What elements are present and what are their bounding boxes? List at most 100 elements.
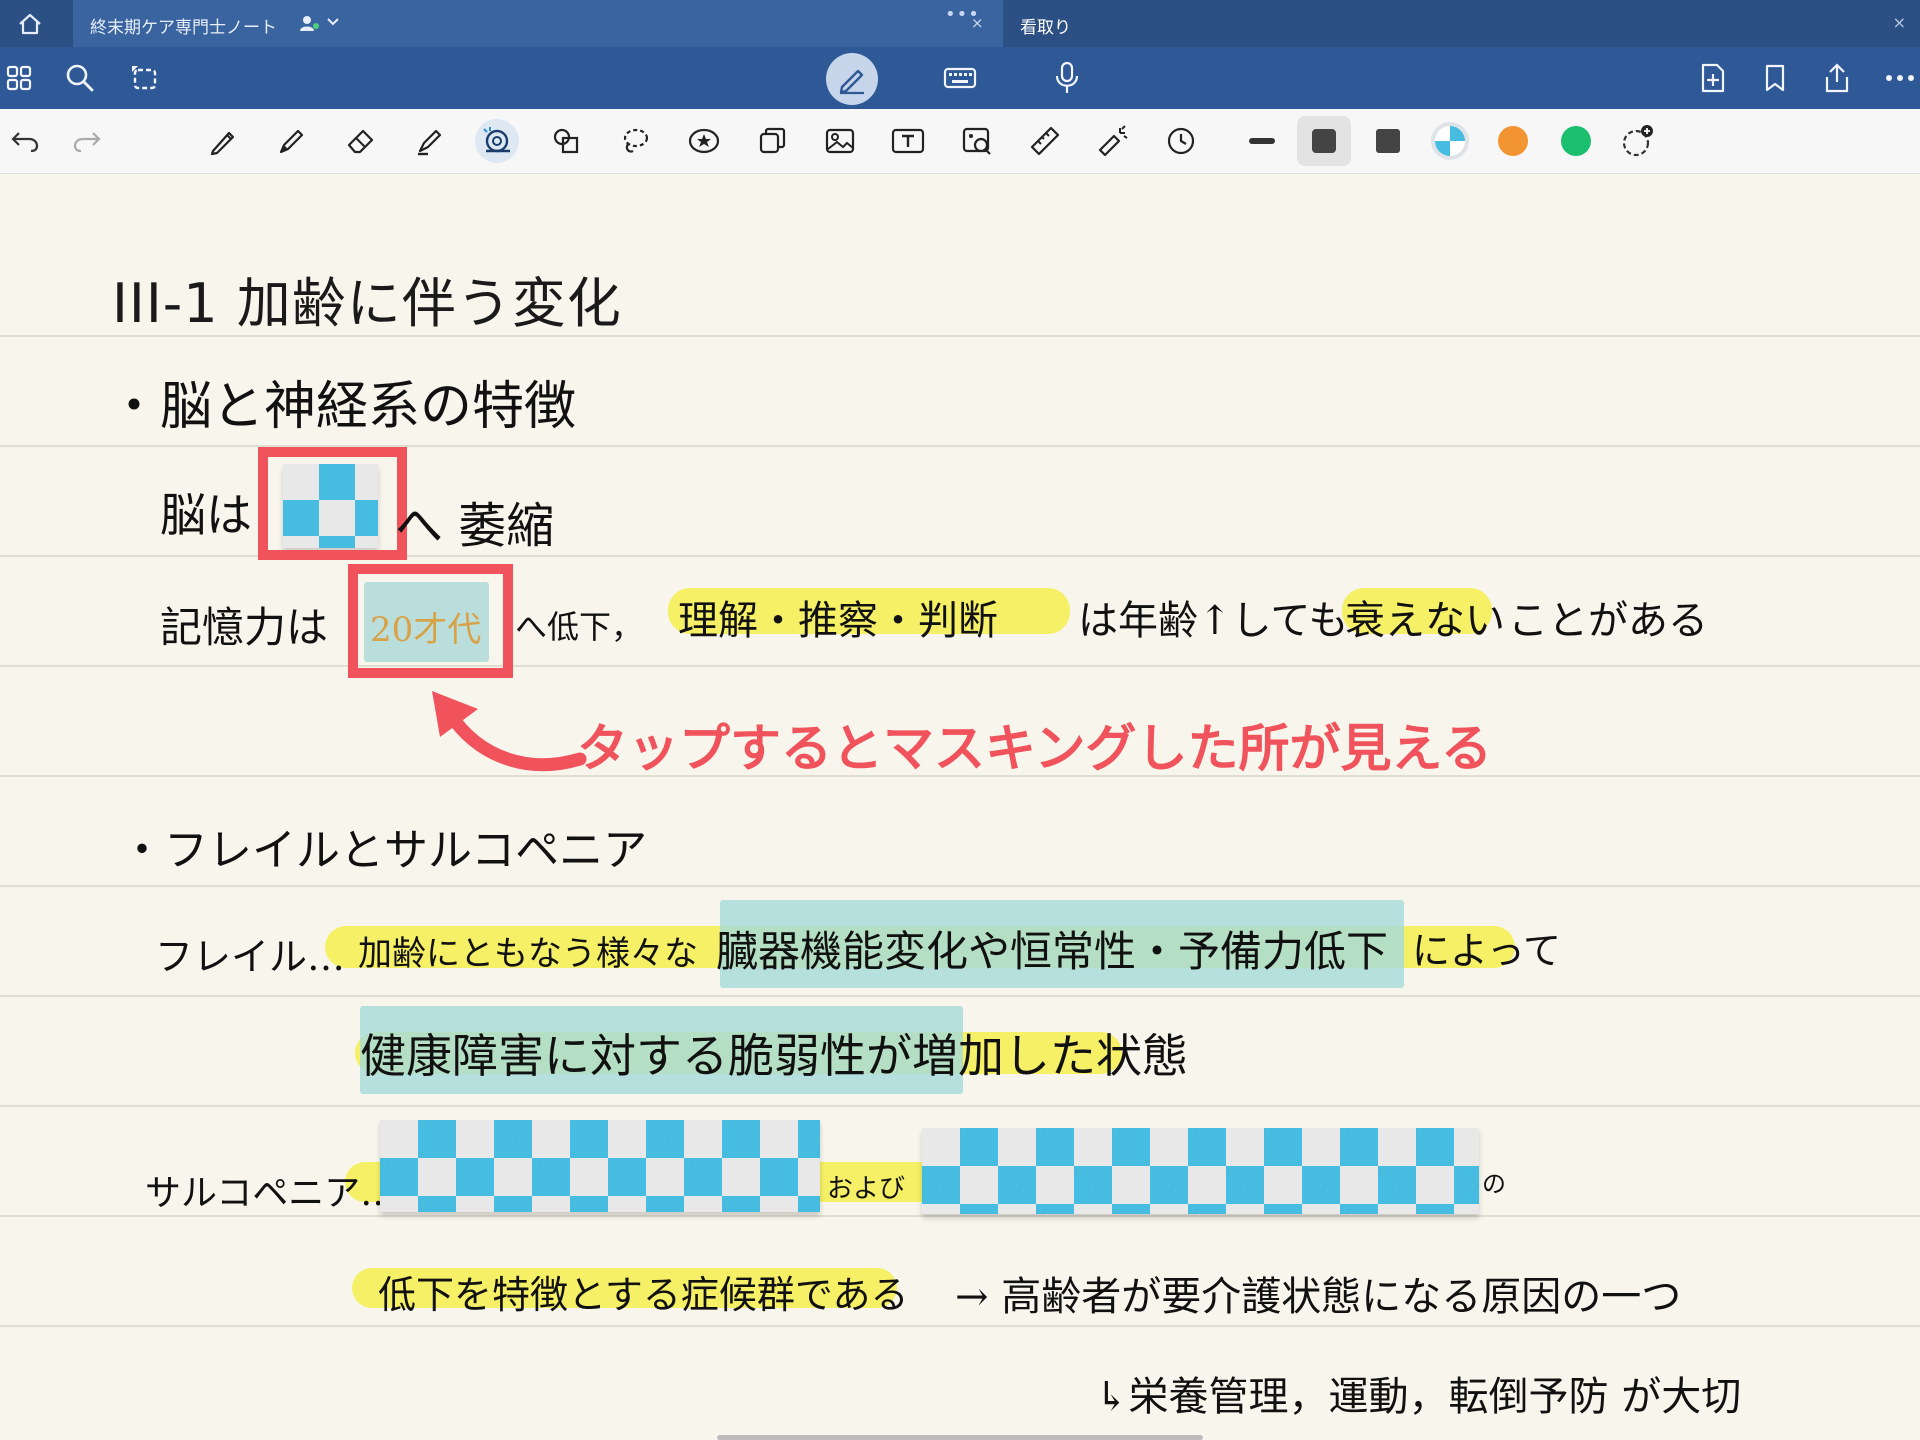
pencil-tool[interactable] bbox=[270, 119, 314, 163]
laser-pointer-tool[interactable] bbox=[1091, 119, 1135, 163]
pen-mode-button[interactable] bbox=[826, 53, 878, 105]
tape-tool[interactable] bbox=[475, 119, 519, 163]
grid-icon bbox=[6, 65, 32, 91]
add-color-button[interactable] bbox=[1616, 119, 1660, 163]
tab-inactive-notebook[interactable]: 看取り × bbox=[1003, 0, 1920, 47]
masking-tape-sarco-2[interactable] bbox=[922, 1128, 1479, 1214]
heading-brain: ・脳と神経系の特徴 bbox=[108, 377, 577, 437]
sticker-icon bbox=[688, 128, 720, 154]
ruled-line bbox=[0, 665, 1920, 667]
more-icon bbox=[1886, 75, 1914, 81]
ruler-tool[interactable] bbox=[1023, 119, 1067, 163]
stroke-medium-option[interactable] bbox=[1297, 116, 1351, 166]
consequence-sub: ↳栄養管理，運動，転倒予防 が大切 bbox=[1095, 1374, 1742, 1420]
eraser-icon bbox=[347, 129, 374, 154]
grid-button[interactable] bbox=[0, 56, 41, 100]
eraser-tool[interactable] bbox=[339, 119, 383, 163]
ruled-line bbox=[0, 1325, 1920, 1327]
text-tool[interactable] bbox=[886, 119, 930, 163]
heading-frailty: ・フレイルとサルコペニア bbox=[120, 825, 648, 876]
sarco-end: の bbox=[1482, 1170, 1506, 1198]
ruler-icon bbox=[1030, 126, 1060, 156]
camera-tool[interactable] bbox=[955, 119, 999, 163]
stroke-thick-option[interactable] bbox=[1366, 119, 1410, 163]
more-button[interactable] bbox=[1878, 56, 1920, 100]
microphone-button[interactable] bbox=[1045, 56, 1089, 100]
keyboard-button[interactable] bbox=[938, 56, 982, 100]
annotation-arrow bbox=[432, 691, 587, 772]
frail-text: 加齢にともなう様々な bbox=[358, 934, 698, 974]
bookmark-button[interactable] bbox=[1753, 56, 1797, 100]
callout-box-brain bbox=[258, 447, 407, 560]
lasso-rotate-icon bbox=[132, 66, 157, 90]
undo-button[interactable] bbox=[3, 119, 47, 163]
annotation-text: タップするとマスキングした所が見える bbox=[577, 720, 1492, 779]
lasso-rotate-button[interactable] bbox=[122, 56, 166, 100]
pencil-icon bbox=[279, 129, 304, 154]
memory-end: ことがある bbox=[1508, 598, 1708, 644]
callout-box-memory bbox=[348, 564, 513, 678]
tab-close-button-inactive[interactable]: × bbox=[1893, 13, 1906, 32]
image-tool[interactable] bbox=[818, 119, 862, 163]
search-button[interactable] bbox=[58, 56, 102, 100]
redo-button[interactable] bbox=[65, 119, 109, 163]
masking-tape-sarco-1[interactable] bbox=[380, 1120, 820, 1212]
home-button[interactable] bbox=[10, 8, 50, 40]
memory-highlight-2: 衰えない bbox=[1345, 598, 1505, 644]
memory-mid2: は年齢↑しても bbox=[1078, 598, 1349, 644]
shapes-tool[interactable] bbox=[544, 119, 588, 163]
tab-bar: 終末期ケア専門士ノート ••• × 看取り × bbox=[0, 0, 1920, 47]
tape-pattern-swatch[interactable] bbox=[1428, 119, 1472, 163]
stroke-thin-option[interactable] bbox=[1240, 119, 1284, 163]
add-page-button[interactable] bbox=[1691, 56, 1735, 100]
shared-person-icon bbox=[300, 16, 319, 31]
green-swatch-icon bbox=[1561, 126, 1591, 156]
share-icon bbox=[1825, 63, 1849, 93]
tools-row bbox=[0, 109, 1920, 174]
color-swatch-green[interactable] bbox=[1554, 119, 1598, 163]
timer-tool[interactable] bbox=[1159, 119, 1203, 163]
tab-active-notebook[interactable]: 終末期ケア専門士ノート ••• × bbox=[73, 0, 1003, 47]
pattern-swatch-icon bbox=[1431, 122, 1469, 160]
bookmark-icon bbox=[1765, 64, 1785, 92]
green-dot bbox=[1561, 126, 1591, 156]
top-toolbar bbox=[0, 47, 1920, 109]
memory-prefix: 記憶力は bbox=[160, 603, 329, 652]
shapes-icon bbox=[553, 128, 579, 154]
note-canvas[interactable]: III-1 加齢に伴う変化 ・脳と神経系の特徴 脳は へ 萎縮 記憶力は 20才… bbox=[0, 174, 1920, 1440]
stroke-medium-icon bbox=[1312, 129, 1336, 153]
memory-highlight-1: 理解・推察・判断 bbox=[678, 598, 998, 644]
keyboard-icon bbox=[943, 67, 977, 89]
pen-icon bbox=[210, 131, 235, 156]
undo-icon bbox=[11, 132, 39, 153]
share-button[interactable] bbox=[1815, 56, 1859, 100]
home-icon bbox=[19, 13, 41, 35]
stroke-thin-icon bbox=[1249, 138, 1275, 144]
brain-suffix: へ 萎縮 bbox=[395, 498, 555, 554]
brain-prefix: 脳は bbox=[160, 488, 252, 542]
app-window: 終末期ケア専門士ノート ••• × 看取り × III-1 加齢に伴う変化 ・脳… bbox=[0, 0, 1920, 1440]
add-color-icon bbox=[1622, 125, 1653, 157]
sticker-tool[interactable] bbox=[682, 119, 726, 163]
lasso-tool[interactable] bbox=[613, 119, 657, 163]
search-icon bbox=[66, 64, 94, 92]
tape-icon bbox=[483, 127, 510, 153]
pen-mode-icon bbox=[839, 69, 864, 95]
camera-image-icon bbox=[962, 127, 991, 155]
highlighter-tool[interactable] bbox=[408, 119, 452, 163]
color-swatch-orange[interactable] bbox=[1491, 119, 1535, 163]
tab-title-inactive: 看取り bbox=[1020, 18, 1071, 38]
ruled-line bbox=[0, 1105, 1920, 1107]
clock-icon bbox=[1167, 127, 1195, 155]
pen-tool[interactable] bbox=[201, 119, 245, 163]
redo-icon bbox=[73, 132, 101, 153]
sarco-label: サルコペニア… bbox=[145, 1173, 397, 1214]
elements-tool[interactable] bbox=[750, 119, 794, 163]
tab-title: 終末期ケア専門士ノート bbox=[90, 18, 277, 38]
frail-end: によって bbox=[1412, 929, 1561, 973]
chevron-down-icon[interactable] bbox=[326, 16, 340, 28]
sarco-line2: 低下を特徴とする症候群である bbox=[378, 1273, 909, 1317]
tab-close-button[interactable]: × bbox=[971, 14, 984, 32]
ruled-line bbox=[0, 885, 1920, 887]
orange-dot bbox=[1498, 126, 1528, 156]
